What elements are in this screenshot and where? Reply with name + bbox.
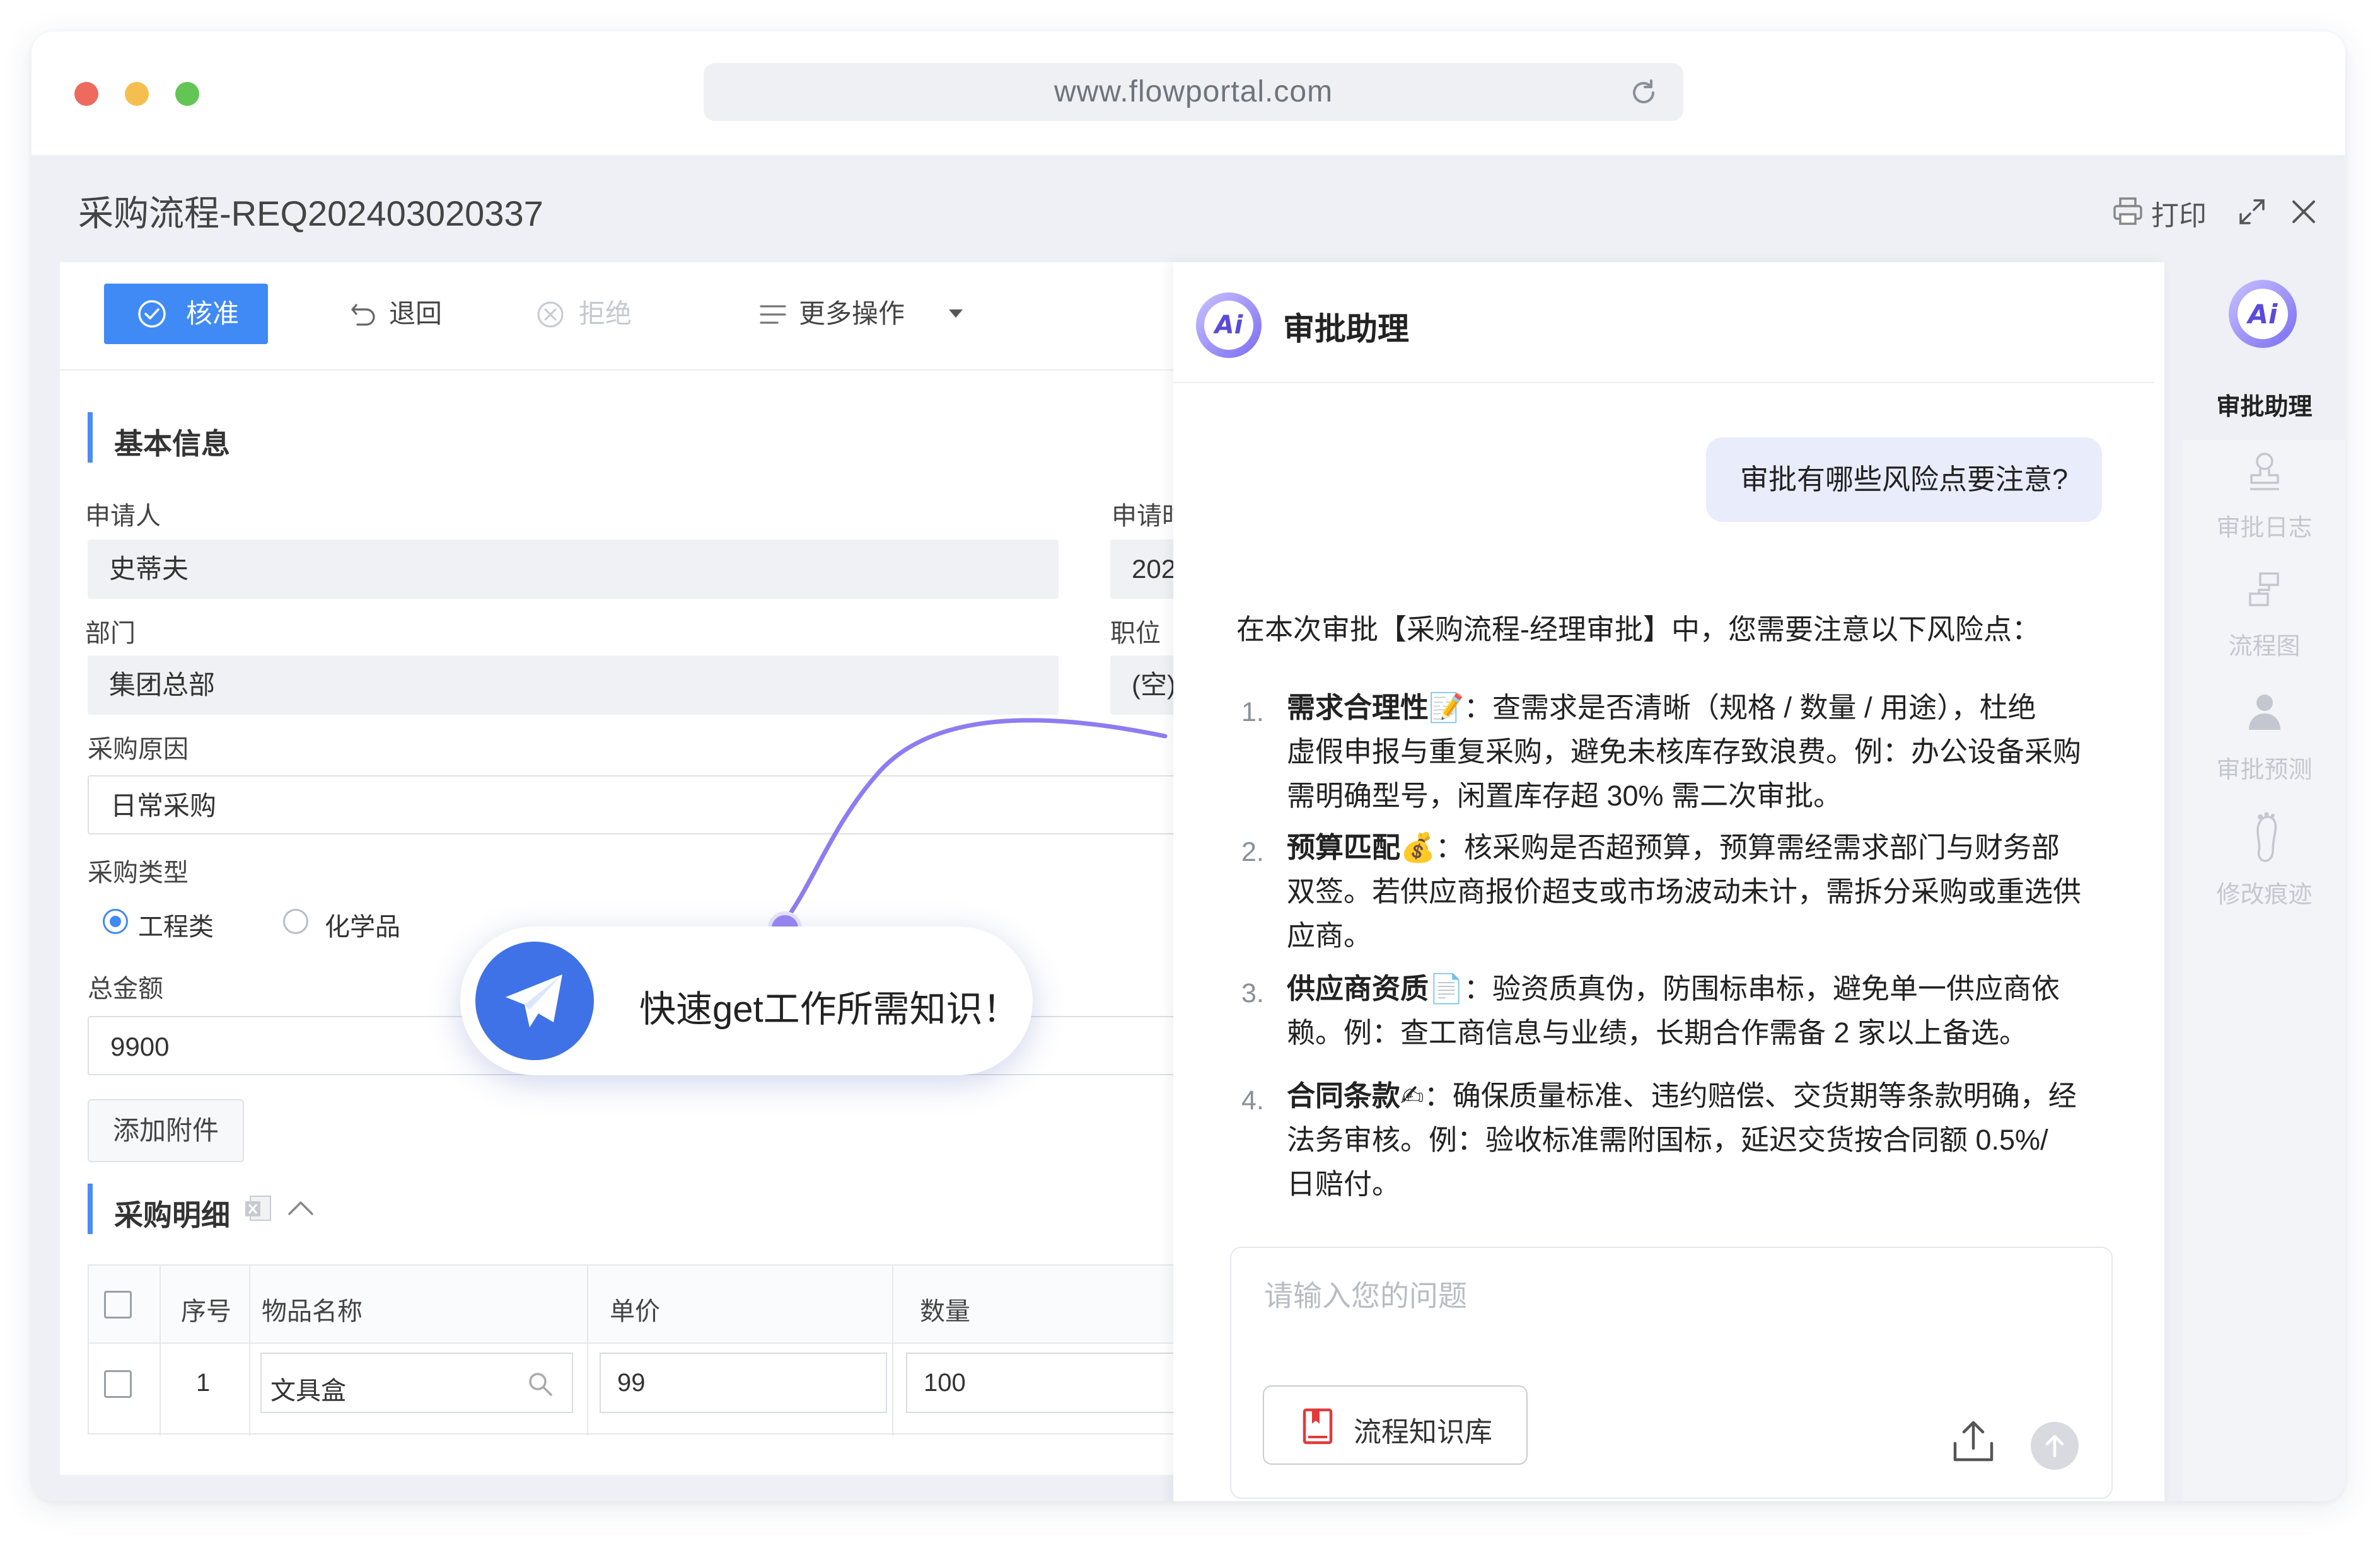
connector-curve	[783, 718, 1168, 923]
browser-window: www.flowportal.com 采购流程-REQ202403020337 …	[32, 32, 2345, 1501]
promo-popup: 快速get工作所需知识！	[460, 926, 1033, 1075]
send-plane-badge	[475, 942, 594, 1060]
promo-text: 快速get工作所需知识！	[639, 989, 1019, 1030]
paper-plane-icon	[506, 974, 562, 1027]
